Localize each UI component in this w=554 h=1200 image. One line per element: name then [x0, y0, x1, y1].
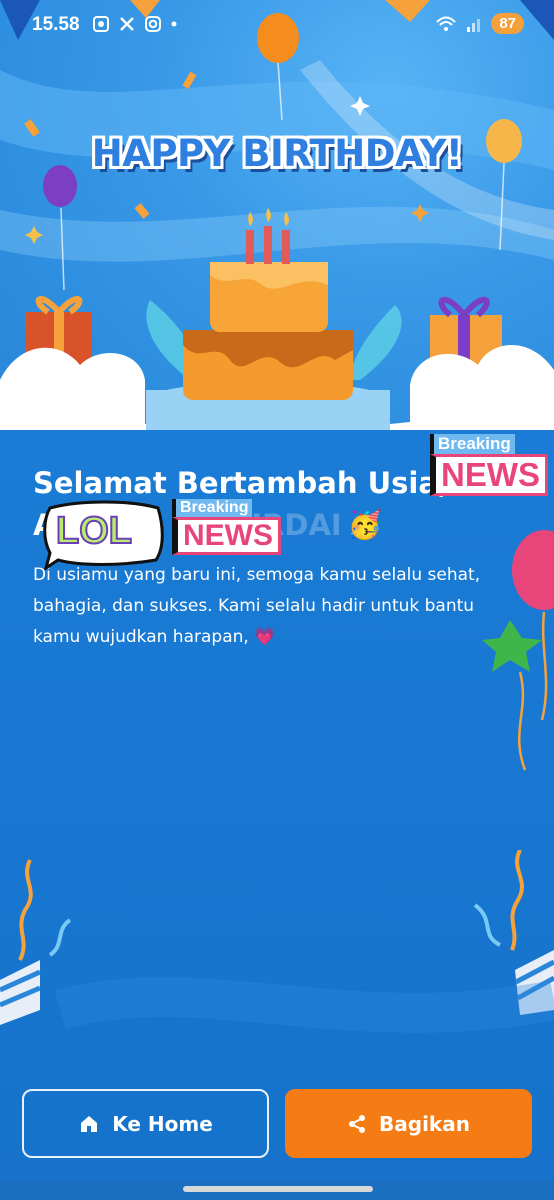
breaking-news-sticker: Breaking NEWS [430, 434, 548, 496]
battery-indicator: 87 [491, 13, 524, 34]
greeting-message: Di usiamu yang baru ini, semoga kamu sel… [33, 565, 481, 647]
system-icons: 87 [435, 13, 524, 34]
screenshot-icon [93, 16, 109, 32]
status-bar: 15.58 87 [0, 0, 554, 52]
home-icon [81, 1115, 98, 1132]
birthday-hero-banner: HAPPY BIRTHDAY! [0, 0, 554, 430]
status-time: 15.58 [32, 14, 80, 35]
news-label: NEWS [430, 454, 548, 496]
breaking-label: Breaking [430, 434, 515, 454]
notification-icons [92, 15, 178, 33]
breaking-news-sticker-small: Breaking NEWS [172, 499, 281, 555]
happy-birthday-title: HAPPY BIRTHDAY! [91, 132, 463, 175]
balloons-decoration [482, 530, 554, 771]
instagram-icon [145, 16, 161, 32]
breaking-label: Breaking [172, 499, 253, 517]
share-button-label: Bagikan [379, 1111, 470, 1136]
home-button[interactable]: Ke Home [22, 1089, 269, 1158]
dot-icon [171, 21, 177, 27]
wifi-icon [436, 16, 457, 31]
signal-icon [467, 18, 481, 32]
gesture-home-indicator[interactable] [183, 1186, 373, 1192]
lol-label: LOL [55, 509, 133, 553]
party-emoji: 🥳 [347, 508, 383, 541]
news-label: NEWS [172, 517, 281, 555]
share-button[interactable]: Bagikan [285, 1089, 532, 1158]
x-app-icon [120, 17, 134, 31]
home-button-label: Ke Home [112, 1111, 213, 1136]
birthday-screen: HAPPY BIRTHDAY! 15.58 87 Selamat Bertamb… [0, 0, 554, 1200]
share-icon [349, 1114, 366, 1133]
confetti-decoration [0, 850, 554, 1033]
lol-sticker: LOL [40, 498, 166, 572]
